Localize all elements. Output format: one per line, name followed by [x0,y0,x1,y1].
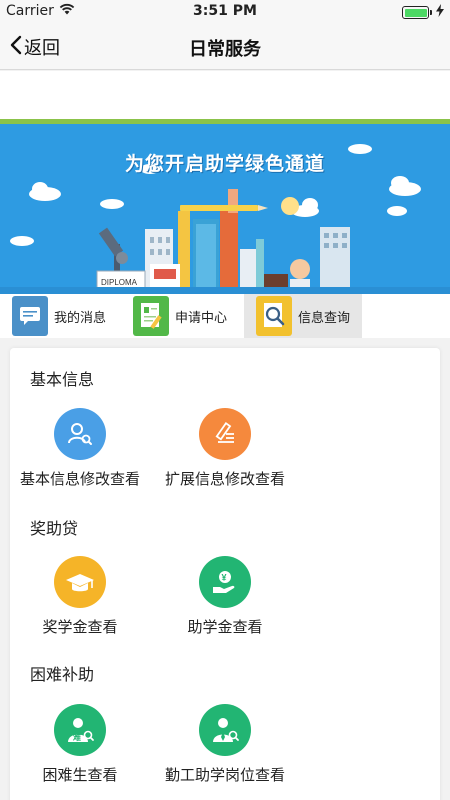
tab-label: 我的消息 [54,310,107,326]
hardship-badge: 难 [72,732,81,742]
grant-view-tile[interactable]: ¥ 助学金查看 [150,556,300,637]
message-icon [12,296,48,336]
hardship-student-view-tile[interactable]: 难 困难生查看 [5,704,155,785]
page-title: 日常服务 [189,39,261,60]
work-study-post-view-tile[interactable]: 勤工助学岗位查看 [150,704,300,785]
tab-application-center[interactable]: 申请中心 [133,294,227,338]
work-study-icon [199,704,251,756]
tile-label: 扩展信息修改查看 [164,470,285,488]
quick-tabs: 我的消息 申请中心 信息查询 [0,294,450,338]
navigation-bar: 返回 日常服务 [0,24,450,70]
tile-label: 基本信息修改查看 [19,470,140,488]
svg-text:¥: ¥ [222,573,227,583]
battery-level [404,8,427,17]
status-time: 3:51 PM [193,3,257,19]
tab-my-messages[interactable]: 我的消息 [12,294,106,338]
banner-slogan: 为您开启助学绿色通道 [124,153,325,175]
tile-label: 困难生查看 [42,766,118,784]
search-doc-icon [256,296,292,336]
tab-info-query[interactable]: 信息查询 [244,294,362,338]
tile-label: 奖学金查看 [42,618,118,636]
section-title-hardship-subsidy: 困难补助 [30,665,95,684]
scholarship-view-tile[interactable]: 奖学金查看 [5,556,155,637]
section-title-basic-info: 基本信息 [30,370,95,389]
graduation-cap-icon [54,556,106,608]
money-hand-icon: ¥ [199,556,251,608]
tab-label: 信息查询 [298,310,351,326]
banner[interactable]: DIPLOMA 为您开启助学绿色通道 [0,119,450,294]
tile-label: 勤工助学岗位查看 [164,766,285,784]
tile-label: 助学金查看 [187,618,263,636]
diploma-text: DIPLOMA [101,278,138,287]
section-title-scholarship-aid-loan: 奖助贷 [30,519,79,538]
tab-label: 申请中心 [175,310,228,326]
services-card: 基本信息 基本信息修改查看 扩展信息修改查看 奖助贷 奖学金查看 ¥ 助学金查看… [10,348,440,800]
edit-pen-icon [199,408,251,460]
charging-bolt-icon [436,4,444,21]
basic-info-edit-tile[interactable]: 基本信息修改查看 [5,408,155,489]
banner-illustration: DIPLOMA [0,144,450,294]
battery-icon [402,6,432,19]
user-search-icon [54,408,106,460]
status-bar: Carrier 3:51 PM [0,0,450,24]
application-form-icon [133,296,169,336]
extended-info-edit-tile[interactable]: 扩展信息修改查看 [150,408,300,489]
status-right [402,4,444,21]
hardship-student-icon: 难 [54,704,106,756]
blank-strip [0,71,450,119]
